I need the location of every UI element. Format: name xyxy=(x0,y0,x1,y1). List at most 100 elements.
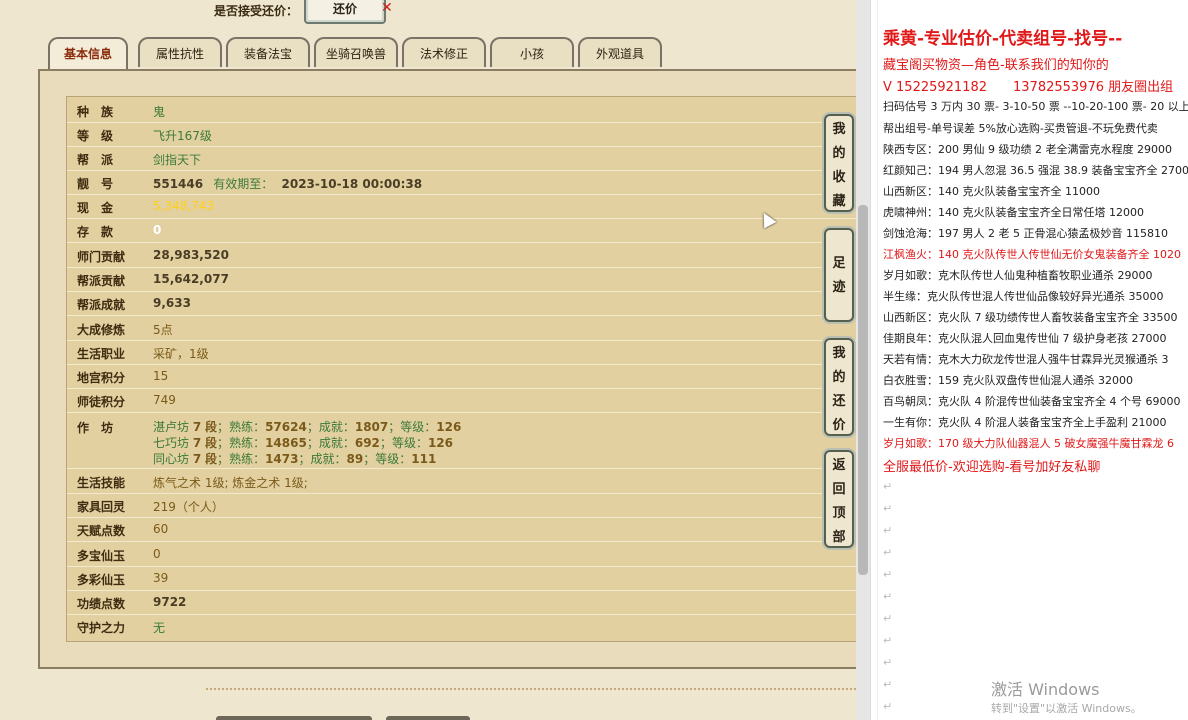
workshop-label: 作 坊 xyxy=(77,421,114,435)
deposit-value: 0 xyxy=(153,223,162,237)
paragraph-mark-icon: ↵ xyxy=(883,634,893,647)
tab-appearance[interactable]: 外观道具 xyxy=(578,37,662,67)
note-line: 全服最低价-欢迎选购-看号加好友私聊 xyxy=(883,460,1101,475)
row-guard: 守护之力 无 xyxy=(67,615,856,639)
paragraph-mark-icon: ↵ xyxy=(883,502,893,515)
return-button[interactable]: 还价 xyxy=(304,0,386,24)
row-duocai: 多彩仙玉 39 xyxy=(67,567,856,591)
furniture-label: 家具回灵 xyxy=(77,500,126,514)
apprentice-label: 师徒积分 xyxy=(77,395,126,409)
tab-attributes[interactable]: 属性抗性 xyxy=(138,37,222,67)
note-line: 白衣胜雪：159 克火队双盘传世仙混人通杀 32000 xyxy=(883,374,1133,387)
activation-watermark: 激活 Windows xyxy=(991,680,1100,699)
row-faction: 帮 派 剑指天下 xyxy=(67,147,856,171)
paragraph-mark-icon: ↵ xyxy=(883,678,893,691)
tab-mounts[interactable]: 坐骑召唤兽 xyxy=(314,37,398,67)
life-skill-value: 炼气之术 1级; 炼金之术 1级; xyxy=(153,476,308,490)
notes-panel: 乘黄-专业估价-代卖组号-找号-- 藏宝阁买物资—角色-联系我们的知你的 V 1… xyxy=(870,0,1188,720)
row-life-skill: 生活技能 炼气之术 1级; 炼金之术 1级; xyxy=(67,470,856,494)
cash-label: 现 金 xyxy=(77,201,114,215)
note-line: 山西新区：140 克火队装备宝宝齐全 11000 xyxy=(883,185,1100,198)
close-icon[interactable]: ✕ xyxy=(381,0,393,16)
row-palace: 地宫积分 15 xyxy=(67,365,856,389)
duobao-value: 0 xyxy=(153,547,161,561)
note-line: 帮出组号-单号误差 5%放心选购-买贵管退-不玩免费代卖 xyxy=(883,122,1158,135)
paragraph-mark-icon: ↵ xyxy=(883,590,893,603)
notes-title: 乘黄-专业估价-代卖组号-找号-- xyxy=(883,29,1123,49)
row-talent: 天赋点数 60 xyxy=(67,518,856,542)
note-line: 天若有情：克木大力砍龙传世混人强牛甘霖异光灵猴通杀 3 xyxy=(883,353,1169,366)
merit-value: 9722 xyxy=(153,595,187,609)
note-line: 岁月如歌：克木队传世人仙鬼种植畜牧职业通杀 29000 xyxy=(883,269,1153,282)
paragraph-mark-icon: ↵ xyxy=(883,700,893,713)
apprentice-value: 749 xyxy=(153,393,176,407)
cash-value: 5,348,743 xyxy=(153,199,215,213)
paragraph-mark-icon: ↵ xyxy=(883,568,893,581)
note-line: 剑蚀沧海：197 男人 2 老 5 正骨混心猿孟极妙音 115810 xyxy=(883,227,1168,240)
scrollbar[interactable] xyxy=(856,0,870,720)
id-expiry: 2023-10-18 00:00:38 xyxy=(281,177,423,191)
note-line: 陕西专区：200 男仙 9 级功绩 2 老全满雷克水程度 29000 xyxy=(883,143,1172,156)
tab-spell[interactable]: 法术修正 xyxy=(402,37,486,67)
row-furniture: 家具回灵 219（个人） xyxy=(67,494,856,518)
level-label: 等 级 xyxy=(77,129,114,143)
note-line: 山西新区：克火队 7 级功绩传世人畜牧装备宝宝齐全 33500 xyxy=(883,311,1178,324)
bottom-button[interactable] xyxy=(216,716,372,720)
note-line: 扫码估号 3 万内 30 票- 3-10-50 票 --10-20-100 票-… xyxy=(883,100,1188,113)
row-mentor: 师门贡献 28,983,520 xyxy=(67,244,856,268)
palace-value: 15 xyxy=(153,369,169,383)
footprint-button[interactable]: 足迹 xyxy=(824,228,854,322)
faction-value: 剑指天下 xyxy=(153,153,202,167)
race-label: 种 族 xyxy=(77,105,114,119)
duocai-value: 39 xyxy=(153,571,169,585)
guild-label: 帮派贡献 xyxy=(77,274,126,288)
note-line: 虎啸神州：140 克火队装备宝宝齐全日常任塔 12000 xyxy=(883,206,1144,219)
row-guild: 帮派贡献 15,642,077 xyxy=(67,268,856,292)
tab-child[interactable]: 小孩 xyxy=(490,37,574,67)
tab-basic-info[interactable]: 基本信息 xyxy=(48,37,128,69)
guard-value: 无 xyxy=(153,621,166,635)
margin-line xyxy=(877,0,878,720)
bottom-button[interactable] xyxy=(386,716,470,720)
deposit-label: 存 款 xyxy=(77,225,114,239)
note-line: 一生有你：克火队 4 阶混人装备宝宝齐全上手盈利 21000 xyxy=(883,416,1167,429)
cultivate-label: 大成修炼 xyxy=(77,323,126,337)
id-expiry-label: 有效期至： xyxy=(213,177,274,191)
furniture-value: 219（个人） xyxy=(153,500,224,514)
row-id: 靓 号 551446 有效期至： 2023-10-18 00:00:38 xyxy=(67,171,856,195)
note-line: 岁月如歌：170 级大力队仙器混人 5 破女魔强牛魔甘霖龙 6 xyxy=(883,437,1174,450)
job-value: 采矿，1级 xyxy=(153,347,209,361)
divider xyxy=(206,688,856,690)
merit-label: 功绩点数 xyxy=(77,597,126,611)
talent-value: 60 xyxy=(153,522,169,536)
back-to-top-button[interactable]: 返回顶部 xyxy=(824,450,854,548)
paragraph-mark-icon: ↵ xyxy=(883,656,893,669)
note-line: V 15225921182 13782553976 朋友圈出组 xyxy=(883,80,1174,95)
life-skill-label: 生活技能 xyxy=(77,476,126,490)
tab-equipment[interactable]: 装备法宝 xyxy=(226,37,310,67)
return-question-label: 是否接受还价： xyxy=(214,4,299,18)
race-value: 鬼 xyxy=(153,105,166,119)
duobao-label: 多宝仙玉 xyxy=(77,549,126,563)
paragraph-mark-icon: ↵ xyxy=(883,480,893,493)
job-label: 生活职业 xyxy=(77,347,126,361)
row-level: 等 级 飞升167级 xyxy=(67,123,856,147)
workshop-item: 七巧坊 7 段；熟练：14865；成就：692；等级：126 xyxy=(153,436,454,450)
row-duobao: 多宝仙玉 0 xyxy=(67,543,856,567)
id-number: 551446 xyxy=(153,177,204,191)
scroll-thumb[interactable] xyxy=(858,205,868,575)
faction-label: 帮 派 xyxy=(77,153,114,167)
workshop-item: 湛卢坊 7 段；熟练：57624；成就：1807；等级：126 xyxy=(153,420,462,434)
note-line: 红颜知己：194 男人忽混 36.5 强混 38.9 装备宝宝齐全 27000 xyxy=(883,164,1188,177)
paragraph-mark-icon: ↵ xyxy=(883,612,893,625)
my-favorites-button[interactable]: 我的收藏 xyxy=(824,114,854,212)
level-value: 飞升167级 xyxy=(153,129,212,143)
my-offers-button[interactable]: 我的还价 xyxy=(824,338,854,436)
note-line: 佳期良年：克火队混人回血鬼传世仙 7 级护身老孩 27000 xyxy=(883,332,1167,345)
activation-watermark-sub: 转到"设置"以激活 Windows。 xyxy=(991,702,1142,715)
row-race: 种 族 鬼 xyxy=(67,99,856,123)
id-value: 551446 有效期至： 2023-10-18 00:00:38 xyxy=(153,175,422,192)
row-apprentice: 师徒积分 749 xyxy=(67,389,856,413)
palace-label: 地宫积分 xyxy=(77,371,126,385)
row-workshop: 作 坊 湛卢坊 7 段；熟练：57624；成就：1807；等级：126 七巧坊 … xyxy=(67,413,856,469)
